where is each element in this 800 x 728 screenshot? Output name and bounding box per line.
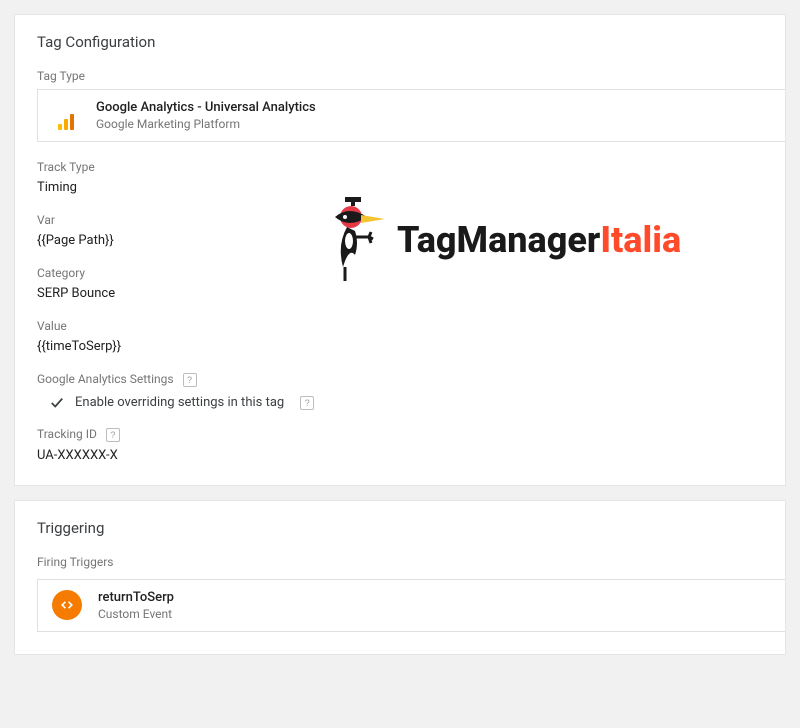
trigger-name: returnToSerp: [98, 590, 174, 605]
custom-event-icon: [52, 590, 82, 620]
var-value: {{Page Path}}: [37, 233, 763, 248]
category-value: SERP Bounce: [37, 286, 763, 301]
track-type-value: Timing: [37, 180, 763, 195]
triggering-card: Triggering Firing Triggers returnToSerp …: [14, 500, 786, 655]
help-icon[interactable]: ?: [106, 428, 120, 442]
tag-configuration-card: Tag Configuration Tag Type Google Analyt…: [14, 14, 786, 486]
help-icon[interactable]: ?: [183, 373, 197, 387]
ga-settings-label: Google Analytics Settings ?: [37, 372, 763, 387]
firing-trigger-row[interactable]: returnToSerp Custom Event: [37, 579, 785, 632]
var-label: Var: [37, 213, 763, 227]
value-label: Value: [37, 319, 763, 333]
triggering-title: Triggering: [37, 519, 763, 537]
tag-type-label: Tag Type: [37, 69, 763, 83]
firing-triggers-label: Firing Triggers: [37, 555, 763, 569]
help-icon[interactable]: ?: [300, 396, 314, 410]
category-label: Category: [37, 266, 763, 280]
tag-type-subtitle: Google Marketing Platform: [96, 117, 316, 131]
track-type-label: Track Type: [37, 160, 763, 174]
value-value: {{timeToSerp}}: [37, 339, 763, 354]
ga-settings-label-text: Google Analytics Settings: [37, 372, 174, 386]
trigger-type: Custom Event: [98, 607, 174, 621]
tracking-id-label: Tracking ID ?: [37, 427, 763, 442]
firing-trigger-text: returnToSerp Custom Event: [98, 590, 174, 621]
override-settings-label: Enable overriding settings in this tag: [75, 395, 284, 410]
tag-type-text: Google Analytics - Universal Analytics G…: [96, 100, 316, 131]
tracking-id-label-text: Tracking ID: [37, 427, 97, 441]
tag-type-title: Google Analytics - Universal Analytics: [96, 100, 316, 115]
check-icon: [49, 395, 65, 411]
tag-type-row[interactable]: Google Analytics - Universal Analytics G…: [37, 89, 785, 142]
override-settings-row: Enable overriding settings in this tag ?: [49, 395, 763, 411]
tag-config-title: Tag Configuration: [37, 33, 763, 51]
tracking-id-value: UA-XXXXXX-X: [37, 448, 763, 463]
google-analytics-icon: [52, 102, 80, 130]
